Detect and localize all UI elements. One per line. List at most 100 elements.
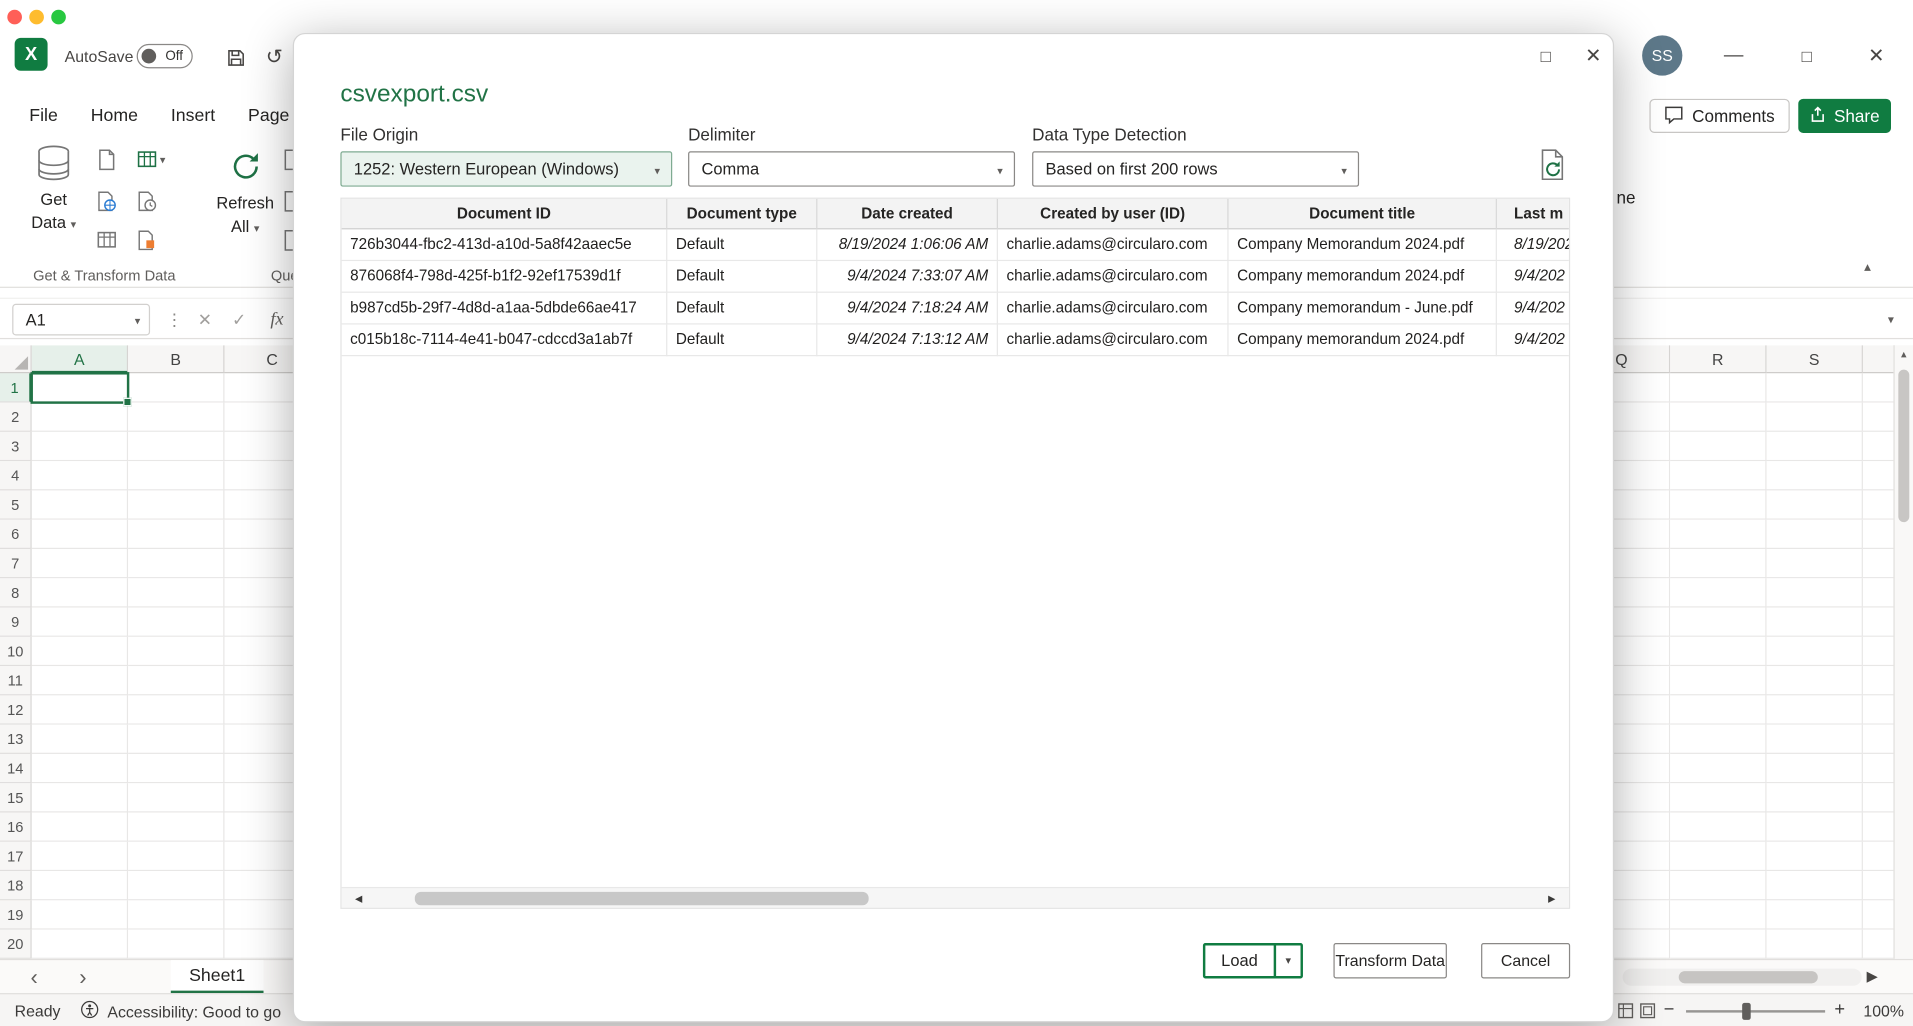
- cell-S15[interactable]: [1767, 783, 1863, 812]
- avatar[interactable]: SS: [1642, 35, 1682, 75]
- preview-horizontal-scrollbar[interactable]: ◂ ▸: [342, 887, 1569, 908]
- load-button[interactable]: Load: [1205, 946, 1273, 977]
- cell-S20[interactable]: [1767, 930, 1863, 959]
- cell-R3[interactable]: [1670, 432, 1766, 461]
- cell-S11[interactable]: [1767, 666, 1863, 695]
- save-icon[interactable]: [222, 44, 249, 71]
- scroll-left-icon[interactable]: ◂: [342, 889, 376, 906]
- cell-A1[interactable]: [32, 373, 128, 402]
- horizontal-scrollbar[interactable]: [1623, 969, 1862, 986]
- macos-close-button[interactable]: [7, 10, 22, 25]
- cell-A9[interactable]: [32, 608, 128, 637]
- from-table-icon[interactable]: [137, 149, 159, 171]
- cell-R13[interactable]: [1670, 725, 1766, 754]
- cell-R7[interactable]: [1670, 549, 1766, 578]
- window-minimize-button[interactable]: —: [1718, 41, 1750, 70]
- cell-A18[interactable]: [32, 871, 128, 900]
- cell-A14[interactable]: [32, 754, 128, 783]
- cell-R2[interactable]: [1670, 403, 1766, 432]
- prev-sheet-icon[interactable]: ‹: [17, 960, 51, 994]
- cell-T11[interactable]: [1863, 666, 1894, 695]
- cell-S8[interactable]: [1767, 578, 1863, 607]
- from-web-icon[interactable]: [96, 190, 118, 212]
- cell-A10[interactable]: [32, 637, 128, 666]
- cell-R19[interactable]: [1670, 900, 1766, 929]
- cell-A3[interactable]: [32, 432, 128, 461]
- scroll-up-icon[interactable]: ▴: [1895, 348, 1913, 361]
- cell-S14[interactable]: [1767, 754, 1863, 783]
- cell-B7[interactable]: [128, 549, 224, 578]
- cell-B12[interactable]: [128, 695, 224, 724]
- zoom-level-label[interactable]: 100%: [1857, 1002, 1911, 1020]
- cell-S4[interactable]: [1767, 461, 1863, 490]
- menu-tab-home[interactable]: Home: [91, 106, 138, 126]
- zoom-slider-thumb[interactable]: [1742, 1003, 1751, 1020]
- existing-connections-icon[interactable]: [137, 229, 159, 251]
- cell-A4[interactable]: [32, 461, 128, 490]
- cell-R15[interactable]: [1670, 783, 1766, 812]
- cell-B14[interactable]: [128, 754, 224, 783]
- refresh-all-button[interactable]: Refresh All ▾: [210, 142, 281, 241]
- cell-T15[interactable]: [1863, 783, 1894, 812]
- autosave-toggle[interactable]: Off: [137, 44, 193, 68]
- cell-A12[interactable]: [32, 695, 128, 724]
- load-dropdown-button[interactable]: ▾: [1274, 946, 1301, 977]
- vertical-scrollbar[interactable]: ▴: [1893, 345, 1913, 959]
- cell-S10[interactable]: [1767, 637, 1863, 666]
- cell-A5[interactable]: [32, 490, 128, 519]
- cell-S9[interactable]: [1767, 608, 1863, 637]
- cell-R14[interactable]: [1670, 754, 1766, 783]
- column-header-A[interactable]: A: [32, 345, 128, 373]
- cell-B13[interactable]: [128, 725, 224, 754]
- cell-T14[interactable]: [1863, 754, 1894, 783]
- accessibility-status[interactable]: Accessibility: Good to go: [81, 1000, 282, 1022]
- cell-A7[interactable]: [32, 549, 128, 578]
- row-header-1[interactable]: 1: [0, 373, 32, 402]
- cell-R8[interactable]: [1670, 578, 1766, 607]
- row-header-12[interactable]: 12: [0, 695, 32, 724]
- cell-R11[interactable]: [1670, 666, 1766, 695]
- row-header-20[interactable]: 20: [0, 930, 32, 959]
- collapse-ribbon-icon[interactable]: ▴: [1864, 259, 1871, 275]
- cell-S18[interactable]: [1767, 871, 1863, 900]
- cell-T9[interactable]: [1863, 608, 1894, 637]
- cell-S16[interactable]: [1767, 813, 1863, 842]
- share-button[interactable]: Share: [1798, 99, 1891, 133]
- cell-B18[interactable]: [128, 871, 224, 900]
- cell-T5[interactable]: [1863, 490, 1894, 519]
- horizontal-scrollbar-thumb[interactable]: [1679, 971, 1818, 983]
- cell-T19[interactable]: [1863, 900, 1894, 929]
- name-box[interactable]: A1 ▾: [12, 304, 150, 336]
- cell-R5[interactable]: [1670, 490, 1766, 519]
- formula-enter-icon[interactable]: ✓: [224, 299, 253, 340]
- cell-T1[interactable]: [1863, 373, 1894, 402]
- next-sheet-icon[interactable]: ›: [66, 960, 100, 994]
- from-range-icon[interactable]: [96, 229, 118, 251]
- row-header-2[interactable]: 2: [0, 403, 32, 432]
- cell-T6[interactable]: [1863, 520, 1894, 549]
- cell-R18[interactable]: [1670, 871, 1766, 900]
- scroll-right-icon[interactable]: ▸: [1535, 889, 1569, 906]
- cell-T10[interactable]: [1863, 637, 1894, 666]
- row-header-16[interactable]: 16: [0, 813, 32, 842]
- row-header-17[interactable]: 17: [0, 842, 32, 871]
- cell-B10[interactable]: [128, 637, 224, 666]
- row-header-13[interactable]: 13: [0, 725, 32, 754]
- delimiter-select[interactable]: Comma ▾: [688, 151, 1015, 186]
- insert-function-icon[interactable]: fx: [261, 299, 293, 340]
- dialog-maximize-icon[interactable]: □: [1530, 40, 1562, 72]
- cell-T16[interactable]: [1863, 813, 1894, 842]
- cell-R17[interactable]: [1670, 842, 1766, 871]
- column-header-R[interactable]: R: [1670, 345, 1766, 373]
- cell-B9[interactable]: [128, 608, 224, 637]
- cell-A2[interactable]: [32, 403, 128, 432]
- window-close-button[interactable]: ✕: [1861, 41, 1893, 70]
- cell-R20[interactable]: [1670, 930, 1766, 959]
- cell-B2[interactable]: [128, 403, 224, 432]
- transform-data-button[interactable]: Transform Data: [1333, 943, 1446, 978]
- from-text-csv-icon[interactable]: [96, 149, 118, 171]
- row-header-9[interactable]: 9: [0, 608, 32, 637]
- cell-A6[interactable]: [32, 520, 128, 549]
- cell-A19[interactable]: [32, 900, 128, 929]
- row-header-7[interactable]: 7: [0, 549, 32, 578]
